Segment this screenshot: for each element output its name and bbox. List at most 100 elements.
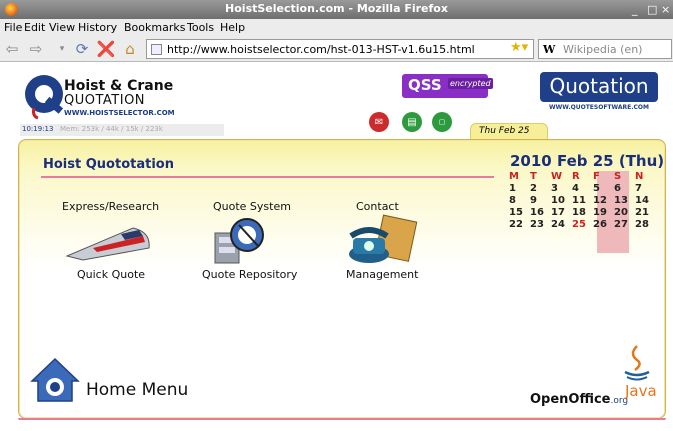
hoist-crane-logo[interactable]: [22, 72, 68, 122]
page-content: Hoist & Crane QUOTATION WWW.HOISTSELECTO…: [0, 62, 673, 431]
weekday-label: T: [530, 171, 537, 182]
notes-icon[interactable]: ▤: [402, 112, 422, 132]
calendar-day[interactable]: 24: [551, 219, 572, 231]
calendar-week: 15 16 17 18 19 20 21: [509, 207, 656, 219]
search-bar[interactable]: W Wikipedia (en): [538, 39, 672, 59]
logo-line2: QUOTATION: [64, 93, 146, 108]
forward-icon[interactable]: ⇨: [26, 39, 46, 59]
menu-bookmarks[interactable]: Bookmarks: [124, 21, 185, 34]
calendar-day[interactable]: 27: [614, 219, 635, 231]
search-input[interactable]: Wikipedia (en): [563, 43, 642, 56]
management-link[interactable]: Management: [346, 268, 418, 281]
calendar-day[interactable]: 15: [509, 207, 530, 219]
menu-view[interactable]: View: [49, 21, 75, 34]
page-icon: [151, 44, 162, 55]
calendar-day[interactable]: 8: [509, 195, 530, 207]
calendar-day[interactable]: 28: [635, 219, 656, 231]
quote-repository-icon[interactable]: [211, 215, 271, 265]
panel-title: Hoist Quototation: [43, 157, 174, 172]
date-tab[interactable]: Thu Feb 25: [470, 123, 548, 139]
memory-text: Mem: 253k / 44k / 15k / 223k: [60, 125, 163, 133]
calendar-day[interactable]: 5: [593, 183, 614, 195]
wikipedia-icon[interactable]: W: [543, 43, 555, 56]
calendar-day[interactable]: 2: [530, 183, 551, 195]
url-bar[interactable]: http://www.hoistselector.com/hst-013-HST…: [146, 39, 534, 59]
menu-history[interactable]: History: [78, 21, 117, 34]
calendar-day[interactable]: 23: [530, 219, 551, 231]
menu-bar: File Edit View History Bookmarks Tools H…: [0, 19, 673, 36]
calendar-week: 1 2 3 4 5 6 7: [509, 183, 656, 195]
calendar-day[interactable]: 11: [572, 195, 593, 207]
home-menu-icon[interactable]: [30, 355, 80, 405]
stop-icon[interactable]: ❌: [96, 39, 116, 59]
logo-url: WWW.HOISTSELECTOR.COM: [64, 109, 175, 117]
calendar-week: 8 9 10 11 12 13 14: [509, 195, 656, 207]
quote-system-link[interactable]: Quote System: [213, 200, 291, 213]
telephone-addressbook-icon[interactable]: [345, 214, 419, 266]
weekday-label: W: [551, 171, 563, 182]
minimize-button[interactable]: _: [632, 3, 638, 16]
menu-file[interactable]: File: [4, 21, 22, 34]
calendar-day[interactable]: 26: [593, 219, 614, 231]
calendar-day[interactable]: 17: [551, 207, 572, 219]
java-logo[interactable]: Java: [617, 344, 657, 412]
openoffice-label: OpenOffice: [530, 392, 611, 407]
openoffice-logo[interactable]: OpenOffice.org: [530, 392, 628, 407]
reload-icon[interactable]: ⟳: [72, 39, 92, 59]
maximize-button[interactable]: □: [647, 3, 657, 16]
calendar-day[interactable]: 16: [530, 207, 551, 219]
calendar-day[interactable]: 21: [635, 207, 656, 219]
calendar-day-today[interactable]: 25: [572, 219, 593, 231]
home-menu-label[interactable]: Home Menu: [86, 380, 188, 400]
calendar: M T W R F S N 1 2 3 4 5 6 7 8 9 10 11 12…: [509, 171, 656, 231]
title-underline: [41, 176, 494, 178]
calendar-day[interactable]: 13: [614, 195, 635, 207]
bookmark-star-icon[interactable]: ★▾: [510, 40, 528, 55]
weekday-label: M: [509, 171, 519, 182]
calendar-day[interactable]: 18: [572, 207, 593, 219]
menu-help[interactable]: Help: [220, 21, 245, 34]
encrypted-label: encrypted: [448, 78, 493, 89]
navigation-bar: ⇦ ⇨ ▾ ⟳ ❌ ⌂ http://www.hoistselector.com…: [0, 36, 673, 62]
calendar-day[interactable]: 19: [593, 207, 614, 219]
calendar-day[interactable]: 12: [593, 195, 614, 207]
quotation-url: WWW.QUOTESOFTWARE.COM: [549, 104, 649, 111]
calendar-header-row: M T W R F S N: [509, 171, 656, 183]
quote-repository-link[interactable]: Quote Repository: [202, 268, 297, 281]
contact-link[interactable]: Contact: [356, 200, 399, 213]
quotation-logo[interactable]: Quotation: [540, 72, 658, 102]
menu-edit[interactable]: Edit: [24, 21, 45, 34]
bullet-train-icon[interactable]: [63, 218, 153, 264]
logo-line1: Hoist & Crane: [64, 78, 174, 94]
title-bar: HoistSelection.com - Mozilla Firefox _ □…: [0, 0, 673, 19]
close-button[interactable]: ×: [661, 3, 670, 16]
qss-label: QSS: [408, 76, 442, 94]
dropdown-icon[interactable]: ▾: [52, 39, 72, 59]
clock-text: 10:19:13: [22, 125, 54, 133]
calendar-day[interactable]: 20: [614, 207, 635, 219]
files-icon[interactable]: ▢: [432, 112, 452, 132]
status-strip: 10:19:13 Mem: 253k / 44k / 15k / 223k: [20, 124, 224, 136]
calendar-day[interactable]: 1: [509, 183, 530, 195]
calendar-day[interactable]: 10: [551, 195, 572, 207]
email-icon[interactable]: ✉: [369, 112, 389, 132]
express-research-link[interactable]: Express/Research: [62, 200, 159, 213]
back-icon[interactable]: ⇦: [2, 39, 22, 59]
calendar-day[interactable]: 3: [551, 183, 572, 195]
calendar-title: 2010 Feb 25 (Thu): [510, 152, 665, 170]
menu-tools[interactable]: Tools: [187, 21, 214, 34]
home-icon[interactable]: ⌂: [120, 39, 140, 59]
window-title: HoistSelection.com - Mozilla Firefox: [225, 2, 448, 15]
calendar-day[interactable]: 14: [635, 195, 656, 207]
weekday-label: F: [593, 171, 600, 182]
calendar-day[interactable]: 4: [572, 183, 593, 195]
weekday-label: S: [614, 171, 622, 182]
calendar-day[interactable]: 9: [530, 195, 551, 207]
java-label: Java: [625, 382, 657, 400]
calendar-day[interactable]: 22: [509, 219, 530, 231]
calendar-day[interactable]: 7: [635, 183, 656, 195]
calendar-day[interactable]: 6: [614, 183, 635, 195]
qss-encrypted-badge[interactable]: QSS encrypted: [402, 74, 493, 98]
quick-quote-link[interactable]: Quick Quote: [77, 268, 145, 281]
weekday-label: R: [572, 171, 580, 182]
